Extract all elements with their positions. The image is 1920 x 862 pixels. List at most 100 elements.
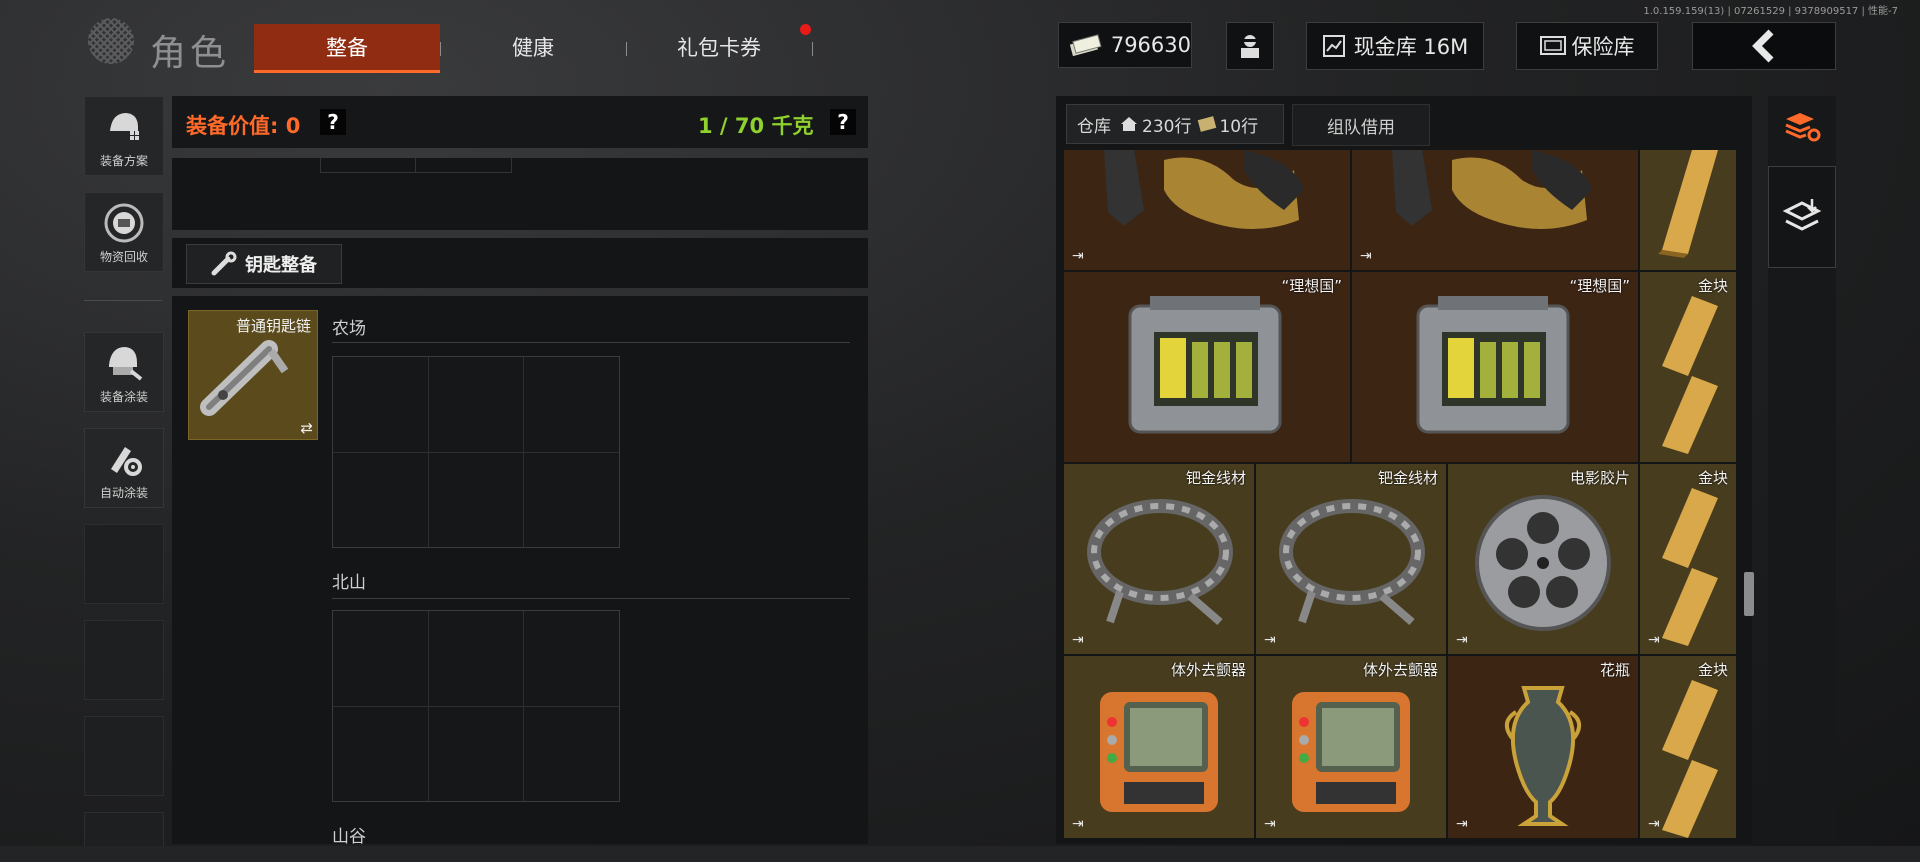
recycle-icon <box>104 203 144 243</box>
item-name: “理想国” <box>1281 277 1342 295</box>
tab-equipment[interactable]: 整备 <box>254 24 440 73</box>
brush-gear-icon <box>111 447 142 476</box>
key-icon <box>211 251 237 276</box>
storage-item[interactable]: 花瓶 ⇥ <box>1448 656 1638 838</box>
gold-bar-icon <box>1658 150 1718 258</box>
keychain-icon <box>200 340 289 416</box>
empty-slot <box>84 620 164 700</box>
area-divider <box>332 598 850 599</box>
key-areas-panel: 普通钥匙链 ⇄ 农场 北山 山谷 <box>172 296 868 847</box>
move-out-icon[interactable]: ⇥ <box>1072 248 1084 264</box>
stash-import-button[interactable] <box>1768 166 1836 268</box>
item-name: “理想国” <box>1569 277 1630 295</box>
weight-help-button[interactable]: ? <box>830 109 856 135</box>
storage-item[interactable]: 钯金线材 ⇥ <box>1256 464 1446 654</box>
tab-gift-label: 礼包卡券 <box>677 36 761 60</box>
empty-slot <box>84 716 164 796</box>
storage-scrollbar[interactable] <box>1744 572 1754 616</box>
team-loan-label: 组队借用 <box>1327 117 1395 138</box>
biohazard-case-icon <box>1416 296 1570 434</box>
storage-item[interactable]: 体外去颤器 ⇥ <box>1064 656 1254 838</box>
defibrillator-icon <box>1292 692 1410 812</box>
equipment-value: 装备价值: 0 <box>186 114 301 138</box>
safe-button[interactable]: 保险库 <box>1516 22 1658 70</box>
bottom-bar <box>0 846 1920 862</box>
team-loan-tab[interactable]: 组队借用 <box>1292 104 1430 146</box>
storage-item[interactable]: 电影胶片 ⇥ <box>1448 464 1638 654</box>
tab-health-label: 健康 <box>512 36 554 60</box>
storage-item[interactable]: 金块 <box>1640 272 1736 462</box>
key-loadout-label: 钥匙整备 <box>245 255 317 276</box>
key-grid-farm[interactable] <box>332 356 620 548</box>
storage-item[interactable]: 金块 ⇥ <box>1640 464 1736 654</box>
warehouse-tab[interactable]: 仓库 230行 10行 <box>1066 104 1284 144</box>
ticket-icon <box>1198 116 1217 132</box>
gold-bar-icon <box>1662 680 1718 838</box>
chart-box-icon <box>1322 35 1345 57</box>
tab-equipment-label: 整备 <box>326 36 368 60</box>
item-name: 金块 <box>1697 277 1728 295</box>
loadout-plan-button[interactable]: 装备方案 <box>84 96 164 176</box>
back-button[interactable] <box>1692 22 1836 70</box>
key-grid-north-mountain[interactable] <box>332 610 620 802</box>
tab-gift-coupons[interactable]: 礼包卡券 <box>626 24 812 70</box>
defibrillator-icon <box>1100 692 1218 812</box>
key-loadout-button[interactable]: 钥匙整备 <box>186 244 342 284</box>
storage-item[interactable]: 金块 ⇥ <box>1640 656 1736 838</box>
storage-item[interactable]: 体外去颤器 ⇥ <box>1256 656 1446 838</box>
chevron-left-icon <box>1752 29 1774 63</box>
move-out-icon[interactable]: ⇥ <box>1264 816 1276 832</box>
storage-item[interactable]: ⇥ <box>1352 150 1638 270</box>
biohazard-case-icon <box>1128 296 1282 434</box>
move-out-icon[interactable]: ⇥ <box>1456 632 1468 648</box>
key-section-bar: 钥匙整备 <box>172 238 868 288</box>
storage-item[interactable] <box>1640 150 1736 270</box>
storage-grid[interactable]: ⇥ ⇥ “理想国” “理想国” 金块 钯金线材 ⇥ 钯金线材 ⇥ 电影胶片 ⇥ … <box>1064 150 1746 838</box>
agent-button[interactable] <box>1226 22 1274 70</box>
move-out-icon[interactable]: ⇥ <box>1264 632 1276 648</box>
value-help-button[interactable]: ? <box>320 109 346 135</box>
palladium-wire-icon <box>1087 499 1233 626</box>
item-name: 电影胶片 <box>1569 469 1630 487</box>
auto-skin-button[interactable]: 自动涂装 <box>84 428 164 508</box>
sort-button[interactable] <box>1768 96 1836 156</box>
move-out-icon[interactable]: ⇥ <box>1456 816 1468 832</box>
move-out-icon[interactable]: ⇥ <box>1072 816 1084 832</box>
equipment-skin-button[interactable]: 装备涂装 <box>84 332 164 412</box>
storage-item[interactable]: ⇥ <box>1064 150 1350 270</box>
gold-statue-icon <box>1104 150 1304 229</box>
sidebar-label: 自动涂装 <box>99 486 148 500</box>
item-name: 花瓶 <box>1599 661 1630 679</box>
area-title-north-mountain: 北山 <box>332 573 366 593</box>
storage-item[interactable]: 钯金线材 ⇥ <box>1064 464 1254 654</box>
page-title: 角色 <box>150 33 231 74</box>
sidebar-label: 装备涂装 <box>99 390 148 404</box>
version-text: 1.0.159.159(13) | 07261529 | 9378909517 … <box>1643 6 1898 17</box>
swap-icon[interactable]: ⇄ <box>300 419 313 437</box>
layers-download-icon <box>1782 199 1822 231</box>
warehouse-label: 仓库 <box>1077 116 1111 137</box>
move-out-icon[interactable]: ⇥ <box>1072 632 1084 648</box>
item-name: 金块 <box>1697 469 1728 487</box>
storage-tools <box>1768 96 1836 844</box>
recycle-button[interactable]: 物资回收 <box>84 192 164 272</box>
item-name: 金块 <box>1697 661 1728 679</box>
item-name: 体外去颤器 <box>1170 661 1246 679</box>
move-out-icon[interactable]: ⇥ <box>1648 632 1660 648</box>
cash-vault-button[interactable]: 现金库 16M <box>1306 22 1484 70</box>
keychain-slot[interactable]: 普通钥匙链 ⇄ <box>188 310 318 440</box>
item-name: 体外去颤器 <box>1362 661 1438 679</box>
film-reel-icon <box>1475 495 1611 631</box>
safe-label: 保险库 <box>1571 35 1635 59</box>
gold-bar-icon <box>1662 296 1718 454</box>
move-out-icon[interactable]: ⇥ <box>1648 816 1660 832</box>
agent-icon <box>1241 35 1259 58</box>
storage-item[interactable]: “理想国” <box>1064 272 1350 462</box>
tab-health[interactable]: 健康 <box>440 24 626 70</box>
vase-icon <box>1504 686 1582 826</box>
tab-divider <box>812 42 813 56</box>
storage-panel: 仓库 230行 10行 组队借用 ⇥ ⇥ “理想国” “理想国” 金块 钯金线材… <box>1056 96 1754 844</box>
slot-remnant-divider <box>415 158 416 172</box>
move-out-icon[interactable]: ⇥ <box>1360 248 1372 264</box>
storage-item[interactable]: “理想国” <box>1352 272 1638 462</box>
